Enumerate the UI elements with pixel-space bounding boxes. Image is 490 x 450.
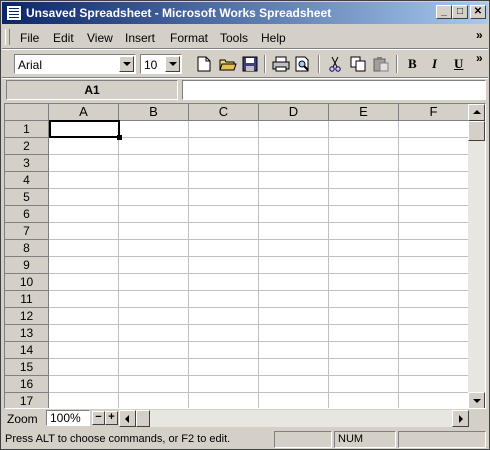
row-header-14[interactable]: 14 (5, 342, 49, 359)
row-header-8[interactable]: 8 (5, 240, 49, 257)
scroll-right-arrow-icon[interactable] (452, 410, 469, 427)
status-message: Press ALT to choose commands, or F2 to e… (5, 433, 231, 445)
font-size-value: 10 (144, 58, 158, 72)
row-header-7[interactable]: 7 (5, 223, 49, 240)
row-header-11[interactable]: 11 (5, 291, 49, 308)
horizontal-scroll-track[interactable] (150, 410, 452, 427)
font-size-combo[interactable]: 10 (140, 54, 182, 74)
row-header-4[interactable]: 4 (5, 172, 49, 189)
menu-bar: File Edit View Insert Format Tools Help … (2, 27, 488, 47)
row-header-10[interactable]: 10 (5, 274, 49, 291)
maximize-button[interactable]: □ (452, 5, 468, 19)
copy-icon[interactable] (350, 56, 366, 72)
menu-edit[interactable]: Edit (53, 31, 74, 45)
entry-bar: A1 (2, 79, 488, 101)
font-size-dropdown-icon[interactable] (165, 56, 180, 72)
window-title: Unsaved Spreadsheet - Microsoft Works Sp… (26, 6, 332, 20)
spreadsheet-grid: A B C D E F 1 2 3 4 5 6 7 8 9 10 11 12 1… (4, 103, 486, 409)
open-folder-icon[interactable] (219, 56, 237, 72)
cut-scissors-icon[interactable] (327, 56, 343, 72)
new-document-icon[interactable] (196, 56, 212, 72)
paste-icon[interactable] (373, 56, 389, 72)
font-name-value: Arial (18, 58, 43, 72)
font-name-combo[interactable]: Arial (14, 54, 136, 74)
menu-tools[interactable]: Tools (220, 31, 248, 45)
row-header-6[interactable]: 6 (5, 206, 49, 223)
horizontal-bar: Zoom 100% − + (4, 409, 486, 427)
print-icon[interactable] (272, 56, 290, 72)
toolbar-overflow-chevron[interactable]: » (476, 51, 483, 65)
title-bar[interactable]: Unsaved Spreadsheet - Microsoft Works Sp… (2, 2, 488, 24)
column-header-e[interactable]: E (329, 104, 399, 121)
row-header-5[interactable]: 5 (5, 189, 49, 206)
horizontal-scroll-thumb[interactable] (136, 410, 150, 427)
scroll-down-arrow-icon[interactable] (468, 392, 485, 408)
formula-input[interactable] (182, 80, 486, 100)
menu-view[interactable]: View (87, 31, 113, 45)
underline-button[interactable]: U (454, 56, 463, 72)
column-header-a[interactable]: A (49, 104, 119, 121)
cell-reference-box[interactable]: A1 (6, 80, 178, 100)
spreadsheet-app-icon[interactable] (6, 5, 22, 21)
active-cell-a1[interactable] (49, 120, 122, 140)
toolbar: Arial 10 B I U » (2, 51, 488, 77)
zoom-in-button[interactable]: + (105, 411, 118, 425)
zoom-label: Zoom (7, 412, 38, 426)
bold-button[interactable]: B (408, 56, 417, 72)
toolbar-separator (396, 55, 398, 73)
status-panel-blank (398, 431, 486, 448)
menu-overflow-chevron[interactable]: » (476, 28, 483, 42)
menubar-grip[interactable] (5, 29, 10, 45)
row-header-12[interactable]: 12 (5, 308, 49, 325)
column-header-c[interactable]: C (189, 104, 259, 121)
menu-file[interactable]: File (20, 31, 39, 45)
close-button[interactable]: ✕ (470, 5, 486, 19)
row-header-16[interactable]: 16 (5, 376, 49, 393)
cell-area[interactable] (49, 121, 469, 408)
toolbar-separator (318, 55, 320, 73)
row-header-17[interactable]: 17 (5, 393, 49, 408)
menu-insert[interactable]: Insert (125, 31, 155, 45)
row-header-15[interactable]: 15 (5, 359, 49, 376)
column-header-d[interactable]: D (259, 104, 329, 121)
row-header-3[interactable]: 3 (5, 155, 49, 172)
toolbar-separator (264, 55, 266, 73)
column-header-f[interactable]: F (399, 104, 469, 121)
row-header-2[interactable]: 2 (5, 138, 49, 155)
row-header-1[interactable]: 1 (5, 121, 49, 138)
row-header-13[interactable]: 13 (5, 325, 49, 342)
vertical-scroll-thumb[interactable] (468, 121, 485, 141)
minimize-button[interactable]: _ (436, 5, 452, 19)
status-num-indicator: NUM (334, 431, 396, 448)
font-name-dropdown-icon[interactable] (119, 56, 134, 72)
column-header-b[interactable]: B (119, 104, 189, 121)
scroll-left-arrow-icon[interactable] (119, 410, 136, 427)
print-preview-icon[interactable] (295, 56, 311, 72)
save-disk-icon[interactable] (242, 56, 258, 72)
zoom-out-button[interactable]: − (92, 411, 105, 425)
status-bar: Press ALT to choose commands, or F2 to e… (2, 430, 488, 449)
spreadsheet-window: Unsaved Spreadsheet - Microsoft Works Sp… (0, 0, 490, 450)
vertical-scrollbar[interactable] (468, 104, 485, 408)
select-all-corner[interactable] (5, 104, 49, 121)
italic-button[interactable]: I (432, 56, 437, 72)
menu-format[interactable]: Format (170, 31, 208, 45)
menu-help[interactable]: Help (261, 31, 286, 45)
status-panel-blank (274, 431, 332, 448)
zoom-value[interactable]: 100% (46, 410, 90, 426)
menu-toolbar-separator (2, 48, 488, 50)
scroll-up-arrow-icon[interactable] (468, 104, 485, 121)
row-header-9[interactable]: 9 (5, 257, 49, 274)
